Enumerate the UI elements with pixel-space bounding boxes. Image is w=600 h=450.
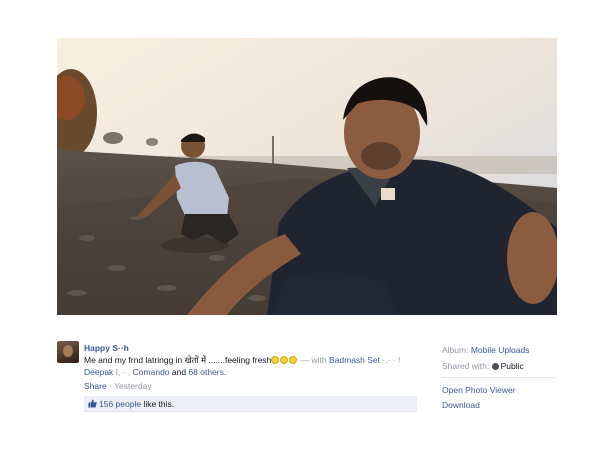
author-avatar[interactable]: [57, 341, 79, 363]
download-link[interactable]: Download: [442, 399, 557, 411]
post-text: Happy S··h Me and my frnd latringg in खे…: [84, 342, 417, 378]
likes-count-link[interactable]: 156 people: [99, 399, 141, 409]
share-link[interactable]: Share: [84, 381, 107, 391]
tagged-friend-2[interactable]: Deepak: [84, 367, 116, 377]
likes-bar: 156 people like this.: [84, 396, 417, 412]
tagged-friend-3[interactable]: Comando: [133, 367, 170, 377]
album-label: Album:: [442, 345, 471, 355]
open-photo-viewer-link[interactable]: Open Photo Viewer: [442, 384, 557, 396]
tagged-friend-1-rest: ·.· · !: [380, 355, 401, 365]
privacy-value[interactable]: Public: [501, 361, 524, 371]
smiley-emoji-icon: [280, 356, 289, 364]
post-timestamp[interactable]: Yesterday: [114, 381, 152, 391]
album-link[interactable]: Mobile Uploads: [471, 345, 530, 355]
smiley-emoji-icon: [289, 356, 298, 364]
album-row: Album: Mobile Uploads: [442, 344, 557, 356]
post-message: Me and my frnd latringg in खेतों में ...…: [84, 355, 272, 365]
post-meta: Share · Yesterday: [84, 381, 152, 391]
photo-viewer: Happy S··h Me and my frnd latringg in खे…: [57, 38, 557, 420]
with-label: — with: [298, 355, 329, 365]
others-end: .: [223, 367, 227, 377]
post-photo[interactable]: [57, 38, 557, 315]
photo-sidebar: Album: Mobile Uploads Shared with: Publi…: [442, 344, 557, 414]
likes-suffix: like this.: [141, 399, 175, 409]
tagged-friend-1[interactable]: Badmash Set: [329, 355, 380, 365]
photo-image: [57, 38, 557, 315]
privacy-row: Shared with: Public: [442, 360, 557, 372]
author-name[interactable]: Happy S··h: [84, 342, 417, 354]
and-label: and: [169, 367, 189, 377]
globe-icon: [491, 363, 499, 370]
shared-with-label: Shared with:: [442, 361, 492, 371]
smiley-emoji-icon: [271, 356, 280, 364]
meta-separator: ·: [106, 381, 115, 391]
sidebar-divider: [442, 377, 557, 378]
tagged-friend-2-rest: I, · ,: [115, 367, 133, 377]
others-link[interactable]: 68 others: [188, 367, 223, 377]
thumbs-up-icon: [88, 399, 97, 408]
